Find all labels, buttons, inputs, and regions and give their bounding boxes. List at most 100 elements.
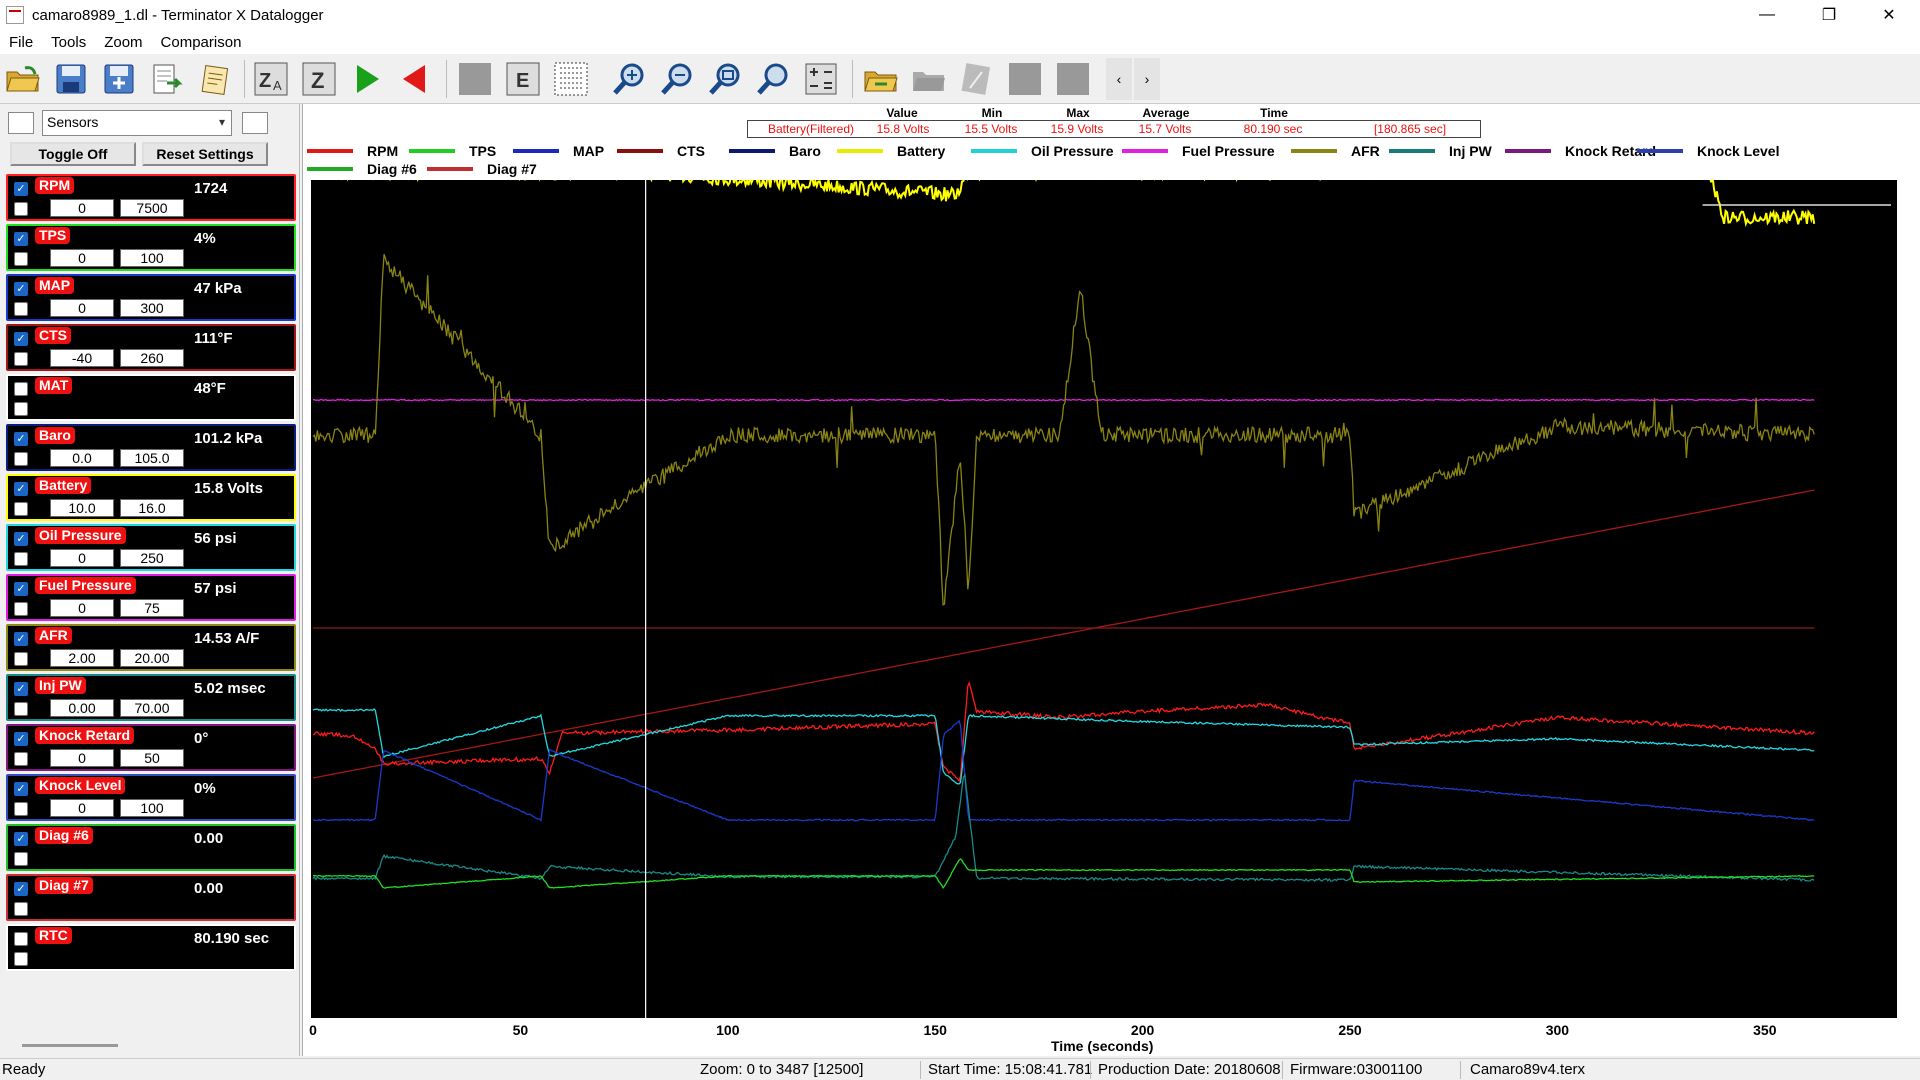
disabled-icon-2[interactable] [1052, 58, 1094, 100]
sensor-min-input[interactable]: -40 [50, 349, 114, 367]
legend-item[interactable]: Diag #7 [427, 160, 537, 178]
sensor-secondary-checkbox[interactable] [14, 552, 28, 566]
sensor-max-input[interactable]: 100 [120, 249, 184, 267]
zoom-out-icon[interactable] [656, 58, 698, 100]
sensor-secondary-checkbox[interactable] [14, 302, 28, 316]
reverse-icon[interactable] [394, 58, 436, 100]
legend-item[interactable]: Baro [729, 142, 821, 160]
sensor-enable-checkbox[interactable]: ✓ [14, 332, 28, 346]
sensor-min-input[interactable]: 0 [50, 249, 114, 267]
sensor-enable-checkbox[interactable]: ✓ [14, 432, 28, 446]
menu-comparison[interactable]: Comparison [152, 34, 251, 51]
sensor-enable-checkbox[interactable]: ✓ [14, 882, 28, 896]
sensor-extra-box[interactable] [242, 112, 268, 134]
grid-icon[interactable] [550, 58, 592, 100]
sensor-card[interactable]: ✓ MAP 47 kPa 0 300 [6, 274, 296, 321]
open-icon[interactable] [2, 58, 44, 100]
legend-item[interactable]: Knock Level [1637, 142, 1779, 160]
zoom-fit-icon[interactable] [704, 58, 746, 100]
restore-button[interactable]: ❐ [1806, 0, 1852, 30]
sensor-min-input[interactable]: 0 [50, 199, 114, 217]
sensor-enable-checkbox[interactable]: ✓ [14, 482, 28, 496]
zoom-reset-icon[interactable] [752, 58, 794, 100]
sensor-enable-checkbox[interactable] [14, 932, 28, 946]
menu-file[interactable]: File [0, 34, 42, 51]
sensor-max-input[interactable]: 70.00 [120, 699, 184, 717]
blank-icon[interactable] [454, 58, 496, 100]
sensor-secondary-checkbox[interactable] [14, 602, 28, 616]
toolbar-scroll-left[interactable]: ‹ [1106, 58, 1132, 100]
legend-item[interactable]: MAP [513, 142, 604, 160]
sensor-enable-checkbox[interactable]: ✓ [14, 582, 28, 596]
sensor-min-input[interactable]: 0.00 [50, 699, 114, 717]
legend-item[interactable]: CTS [617, 142, 705, 160]
sensor-secondary-checkbox[interactable] [14, 902, 28, 916]
za-icon[interactable]: ZA [250, 58, 292, 100]
sensor-secondary-checkbox[interactable] [14, 652, 28, 666]
sensor-max-input[interactable]: 300 [120, 299, 184, 317]
legend-item[interactable]: TPS [409, 142, 496, 160]
sensor-max-input[interactable]: 100 [120, 799, 184, 817]
sensor-max-input[interactable]: 250 [120, 549, 184, 567]
sensor-card[interactable]: RTC 80.190 sec [6, 924, 296, 971]
save-icon[interactable] [50, 58, 92, 100]
sensor-card[interactable]: ✓ Battery 15.8 Volts 10.0 16.0 [6, 474, 296, 521]
e-icon[interactable]: E [502, 58, 544, 100]
notes-icon[interactable] [194, 58, 236, 100]
menu-zoom[interactable]: Zoom [95, 34, 151, 51]
export-icon[interactable] [146, 58, 188, 100]
sensor-secondary-checkbox[interactable] [14, 952, 28, 966]
sensor-min-input[interactable]: 2.00 [50, 649, 114, 667]
sensor-enable-checkbox[interactable]: ✓ [14, 682, 28, 696]
sensor-enable-checkbox[interactable]: ✓ [14, 532, 28, 546]
folder-compare-icon[interactable] [860, 58, 902, 100]
sensor-min-input[interactable]: 0 [50, 749, 114, 767]
sensor-card[interactable]: ✓ Knock Level 0% 0 100 [6, 774, 296, 821]
sensor-secondary-checkbox[interactable] [14, 502, 28, 516]
menu-tools[interactable]: Tools [42, 34, 95, 51]
sensor-card[interactable]: ✓ Diag #7 0.00 [6, 874, 296, 921]
sensor-min-input[interactable]: 0 [50, 299, 114, 317]
sensor-secondary-checkbox[interactable] [14, 702, 28, 716]
sensor-secondary-checkbox[interactable] [14, 852, 28, 866]
sensor-max-input[interactable]: 75 [120, 599, 184, 617]
sensor-enable-checkbox[interactable]: ✓ [14, 782, 28, 796]
sensor-max-input[interactable]: 16.0 [120, 499, 184, 517]
sensor-enable-checkbox[interactable]: ✓ [14, 732, 28, 746]
sensor-enable-checkbox[interactable]: ✓ [14, 232, 28, 246]
panel-scrollbar[interactable] [22, 1044, 118, 1047]
sensor-secondary-checkbox[interactable] [14, 202, 28, 216]
sensor-card[interactable]: ✓ Diag #6 0.00 [6, 824, 296, 871]
sensor-min-input[interactable]: 0 [50, 799, 114, 817]
calc-icon[interactable] [800, 58, 842, 100]
sensor-card[interactable]: ✓ Knock Retard 0° 0 50 [6, 724, 296, 771]
sensor-enable-checkbox[interactable]: ✓ [14, 282, 28, 296]
sensor-secondary-checkbox[interactable] [14, 752, 28, 766]
legend-item[interactable]: Fuel Pressure [1122, 142, 1275, 160]
sensor-toggle-box[interactable] [8, 112, 34, 134]
minimize-button[interactable]: — [1744, 0, 1790, 30]
sensor-min-input[interactable]: 10.0 [50, 499, 114, 517]
legend-item[interactable]: Oil Pressure [971, 142, 1114, 160]
sensor-min-input[interactable]: 0 [50, 599, 114, 617]
toolbar-scroll-right[interactable]: › [1134, 58, 1160, 100]
sensor-card[interactable]: ✓ Baro 101.2 kPa 0.0 105.0 [6, 424, 296, 471]
sensor-secondary-checkbox[interactable] [14, 352, 28, 366]
sensor-max-input[interactable]: 7500 [120, 199, 184, 217]
sensor-card[interactable]: ✓ RPM 1724 0 7500 [6, 174, 296, 221]
close-button[interactable]: ✕ [1866, 0, 1912, 30]
sensor-secondary-checkbox[interactable] [14, 402, 28, 416]
toggle-off-button[interactable]: Toggle Off [10, 142, 136, 166]
sensor-max-input[interactable]: 260 [120, 349, 184, 367]
legend-item[interactable]: Inj PW [1389, 142, 1492, 160]
sensor-min-input[interactable]: 0 [50, 549, 114, 567]
sensor-secondary-checkbox[interactable] [14, 452, 28, 466]
legend-item[interactable]: RPM [307, 142, 398, 160]
zoom-in-icon[interactable] [608, 58, 650, 100]
z-icon[interactable]: Z [298, 58, 340, 100]
sensor-card[interactable]: ✓ Fuel Pressure 57 psi 0 75 [6, 574, 296, 621]
save-as-icon[interactable] [98, 58, 140, 100]
sensor-card[interactable]: ✓ Oil Pressure 56 psi 0 250 [6, 524, 296, 571]
sensor-card[interactable]: MAT 48°F [6, 374, 296, 421]
sensor-card[interactable]: ✓ Inj PW 5.02 msec 0.00 70.00 [6, 674, 296, 721]
